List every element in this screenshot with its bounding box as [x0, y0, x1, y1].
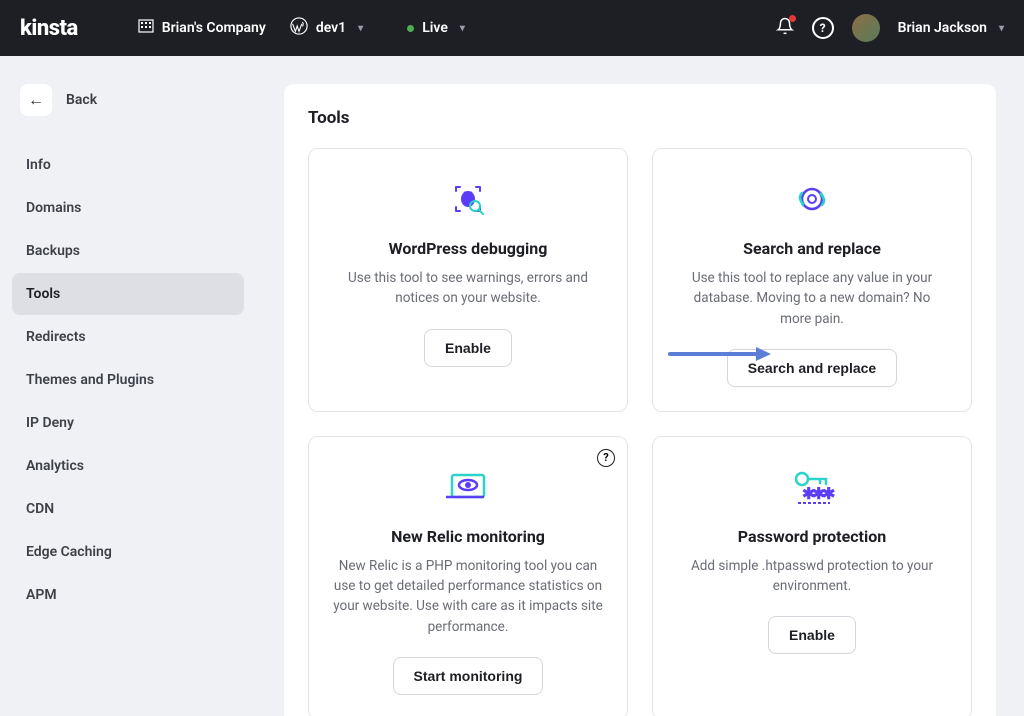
- sidebar-item-ip-deny[interactable]: IP Deny: [12, 402, 244, 444]
- sidebar-item-label: Info: [26, 157, 51, 173]
- sidebar-item-tools[interactable]: Tools: [12, 273, 244, 315]
- tool-desc: New Relic is a PHP monitoring tool you c…: [333, 556, 603, 637]
- site-label: dev1: [316, 20, 346, 36]
- company-label: Brian's Company: [162, 20, 266, 36]
- question-icon: ?: [820, 21, 826, 35]
- tool-card-wordpress-debugging: WordPress debugging Use this tool to see…: [308, 148, 628, 412]
- sidebar-item-label: Redirects: [26, 329, 86, 345]
- sidebar-item-label: Edge Caching: [26, 544, 112, 560]
- question-icon: ?: [603, 451, 608, 464]
- tool-title: Search and replace: [743, 239, 881, 258]
- start-monitoring-button[interactable]: Start monitoring: [393, 657, 544, 695]
- bug-icon: [448, 177, 488, 221]
- sidebar-item-domains[interactable]: Domains: [12, 187, 244, 229]
- user-name: Brian Jackson: [898, 20, 987, 36]
- sidebar-item-label: Backups: [26, 243, 80, 259]
- sidebar-item-backups[interactable]: Backups: [12, 230, 244, 272]
- company-icon: [138, 18, 154, 38]
- notifications-button[interactable]: [776, 17, 794, 39]
- svg-text:✱: ✱: [822, 484, 835, 503]
- sidebar-item-edge-caching[interactable]: Edge Caching: [12, 531, 244, 573]
- sidebar-item-label: Analytics: [26, 458, 84, 474]
- env-label: Live: [422, 20, 448, 36]
- card-help-button[interactable]: ?: [597, 449, 615, 467]
- tool-desc: Use this tool to see warnings, errors an…: [333, 268, 603, 309]
- chevron-down-icon: ▾: [999, 23, 1004, 34]
- help-button[interactable]: ?: [812, 17, 834, 39]
- environment-switcher[interactable]: Live ▾: [407, 20, 465, 36]
- site-switcher[interactable]: dev1 ▾: [290, 17, 363, 39]
- tool-card-search-replace: Search and replace Use this tool to repl…: [652, 148, 972, 412]
- back-label: Back: [66, 92, 97, 108]
- sidebar-item-label: Domains: [26, 200, 81, 216]
- arrow-left-icon: ←: [20, 84, 52, 116]
- page-card: Tools WordPress debugging: [284, 84, 996, 716]
- tool-title: WordPress debugging: [389, 239, 548, 258]
- sidebar: ← Back Info Domains Backups Tools Redire…: [0, 56, 256, 716]
- enable-button[interactable]: Enable: [768, 616, 856, 654]
- sidebar-item-redirects[interactable]: Redirects: [12, 316, 244, 358]
- sidebar-item-apm[interactable]: APM: [12, 574, 244, 616]
- tool-card-password-protection: ✱ ✱ ✱ Password protection Add simple .ht…: [652, 436, 972, 716]
- chevron-down-icon: ▾: [460, 23, 465, 34]
- tool-desc: Use this tool to replace any value in yo…: [677, 268, 947, 329]
- tool-desc: Add simple .htpasswd protection to your …: [677, 556, 947, 597]
- avatar: [852, 14, 880, 42]
- sidebar-item-label: APM: [26, 587, 57, 603]
- logo-text: kinsta: [20, 16, 78, 41]
- bell-icon: [776, 20, 794, 39]
- sidebar-item-label: IP Deny: [26, 415, 74, 431]
- chevron-down-icon: ▾: [358, 23, 363, 34]
- logo: kinsta: [20, 16, 78, 41]
- tool-title: Password protection: [738, 527, 886, 546]
- monitor-eye-icon: [446, 465, 490, 509]
- back-button[interactable]: ← Back: [12, 80, 244, 120]
- search-replace-button[interactable]: Search and replace: [727, 349, 897, 387]
- main-content: Tools WordPress debugging: [256, 56, 1024, 716]
- sidebar-item-analytics[interactable]: Analytics: [12, 445, 244, 487]
- sidebar-item-label: Tools: [26, 286, 60, 302]
- top-header: kinsta Brian's Company dev1 ▾ Live ▾ ? B…: [0, 0, 1024, 56]
- password-key-icon: ✱ ✱ ✱: [788, 465, 836, 509]
- sidebar-item-label: CDN: [26, 501, 54, 517]
- notification-badge: [789, 15, 796, 22]
- nav-list: Info Domains Backups Tools Redirects The…: [12, 144, 244, 616]
- company-switcher[interactable]: Brian's Company: [138, 18, 266, 38]
- enable-button[interactable]: Enable: [424, 329, 512, 367]
- tool-card-new-relic: ? New Relic monitoring New Relic is a PH…: [308, 436, 628, 716]
- sidebar-item-info[interactable]: Info: [12, 144, 244, 186]
- tool-title: New Relic monitoring: [391, 527, 545, 546]
- status-dot-icon: [407, 25, 414, 32]
- page-title: Tools: [308, 108, 972, 128]
- user-menu[interactable]: Brian Jackson ▾: [852, 14, 1004, 42]
- search-replace-icon: [788, 177, 836, 221]
- tools-grid: WordPress debugging Use this tool to see…: [308, 148, 972, 716]
- sidebar-item-label: Themes and Plugins: [26, 372, 154, 388]
- sidebar-item-cdn[interactable]: CDN: [12, 488, 244, 530]
- wordpress-icon: [290, 17, 308, 39]
- sidebar-item-themes-plugins[interactable]: Themes and Plugins: [12, 359, 244, 401]
